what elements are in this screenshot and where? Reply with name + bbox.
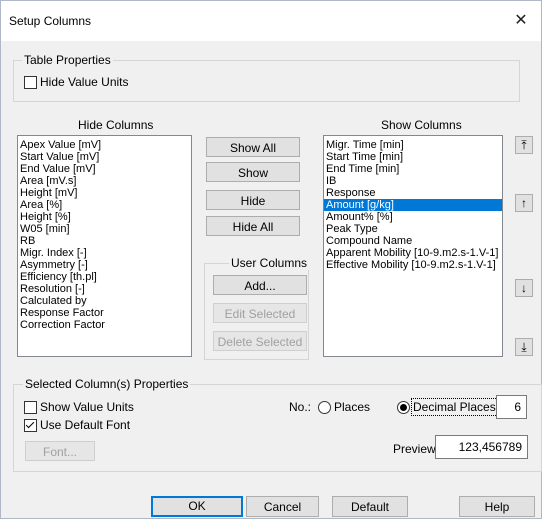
- places-radio-label: Places: [334, 400, 371, 414]
- checkbox-box[interactable]: [24, 75, 37, 89]
- list-item[interactable]: Area [%]: [18, 199, 191, 211]
- decimal-places-radio-label: Decimal Places: [411, 398, 498, 416]
- ok-button[interactable]: OK: [151, 496, 243, 517]
- show-button[interactable]: Show: [206, 162, 300, 182]
- decimal-places-radio[interactable]: Decimal Places: [397, 398, 498, 416]
- preview-label: Preview: [393, 442, 436, 456]
- list-item[interactable]: Resolution [-]: [18, 283, 191, 295]
- move-top-icon[interactable]: ⤒: [515, 136, 533, 154]
- list-item[interactable]: Asymmetry [-]: [18, 259, 191, 271]
- default-button[interactable]: Default: [332, 496, 408, 517]
- list-item[interactable]: Migr. Time [min]: [324, 139, 502, 151]
- list-item[interactable]: Height [%]: [18, 211, 191, 223]
- list-item[interactable]: IB: [324, 175, 502, 187]
- user-columns-legend: User Columns: [229, 256, 310, 270]
- list-item[interactable]: Apex Value [mV]: [18, 139, 191, 151]
- hide-all-button[interactable]: Hide All: [206, 216, 300, 236]
- list-item[interactable]: Migr. Index [-]: [18, 247, 191, 259]
- hide-value-units-label: Hide Value Units: [40, 75, 129, 89]
- list-item[interactable]: Start Time [min]: [324, 151, 502, 163]
- selected-properties-legend: Selected Column(s) Properties: [23, 377, 191, 391]
- edit-selected-button[interactable]: Edit Selected: [213, 303, 307, 323]
- move-up-icon[interactable]: ↑: [515, 194, 533, 212]
- list-item[interactable]: Calculated by: [18, 295, 191, 307]
- places-radio[interactable]: Places: [318, 400, 370, 414]
- number-format-label: No.:: [289, 400, 312, 414]
- show-columns-header: Show Columns: [381, 118, 462, 132]
- show-value-units-checkbox[interactable]: Show Value Units: [24, 400, 134, 414]
- list-item[interactable]: W05 [min]: [18, 223, 191, 235]
- list-item[interactable]: Response Factor: [18, 307, 191, 319]
- list-item[interactable]: Apparent Mobility [10-9.m2.s-1.V-1]: [324, 247, 502, 259]
- preview-field: 123,456789: [435, 435, 528, 459]
- list-item[interactable]: Area [mV.s]: [18, 175, 191, 187]
- hide-value-units-checkbox[interactable]: Hide Value Units: [24, 75, 129, 89]
- list-item[interactable]: Correction Factor: [18, 319, 191, 331]
- list-item[interactable]: Height [mV]: [18, 187, 191, 199]
- decimal-places-input[interactable]: 6: [496, 395, 527, 419]
- list-item[interactable]: Compound Name: [324, 235, 502, 247]
- window-title: Setup Columns: [9, 14, 92, 28]
- checkbox-box-checked[interactable]: [24, 418, 37, 432]
- show-value-units-label: Show Value Units: [40, 400, 134, 414]
- list-item[interactable]: RB: [18, 235, 191, 247]
- list-item[interactable]: Peak Type: [324, 223, 502, 235]
- hide-columns-list[interactable]: Apex Value [mV] Start Value [mV] End Value…: [17, 135, 192, 357]
- use-default-font-label: Use Default Font: [40, 418, 131, 432]
- list-item[interactable]: Amount% [%]: [324, 211, 502, 223]
- list-item[interactable]: Start Value [mV]: [18, 151, 191, 163]
- table-properties-legend: Table Properties: [22, 53, 113, 67]
- close-icon[interactable]: ✕: [507, 9, 535, 33]
- move-bottom-icon[interactable]: ⤓: [515, 338, 533, 356]
- radio-circle-selected[interactable]: [397, 400, 410, 414]
- delete-selected-button[interactable]: Delete Selected: [213, 331, 307, 351]
- cancel-button[interactable]: Cancel: [246, 496, 319, 517]
- list-item[interactable]: End Value [mV]: [18, 163, 191, 175]
- font-button[interactable]: Font...: [25, 441, 95, 461]
- help-button[interactable]: Help: [459, 496, 535, 517]
- move-down-icon[interactable]: ↓: [515, 279, 533, 297]
- checkbox-box[interactable]: [24, 400, 37, 414]
- list-item[interactable]: Effective Mobility [10-9.m2.s-1.V-1]: [324, 259, 502, 271]
- list-item[interactable]: Efficiency [th.pl]: [18, 271, 191, 283]
- show-all-button[interactable]: Show All: [206, 137, 300, 157]
- setup-columns-dialog: Setup Columns ✕ Table Properties Hide Va…: [0, 0, 542, 519]
- show-columns-list[interactable]: Migr. Time [min] Start Time [min] End Time…: [323, 135, 503, 357]
- add-user-column-button[interactable]: Add...: [213, 275, 307, 295]
- list-item[interactable]: Amount [g/kg]: [324, 199, 502, 211]
- title-bar: Setup Columns ✕: [1, 1, 541, 41]
- use-default-font-checkbox[interactable]: Use Default Font: [24, 418, 130, 432]
- hide-button[interactable]: Hide: [206, 190, 300, 210]
- list-item[interactable]: End Time [min]: [324, 163, 502, 175]
- list-item[interactable]: Response: [324, 187, 502, 199]
- hide-columns-header: Hide Columns: [78, 118, 154, 132]
- radio-circle[interactable]: [318, 400, 331, 414]
